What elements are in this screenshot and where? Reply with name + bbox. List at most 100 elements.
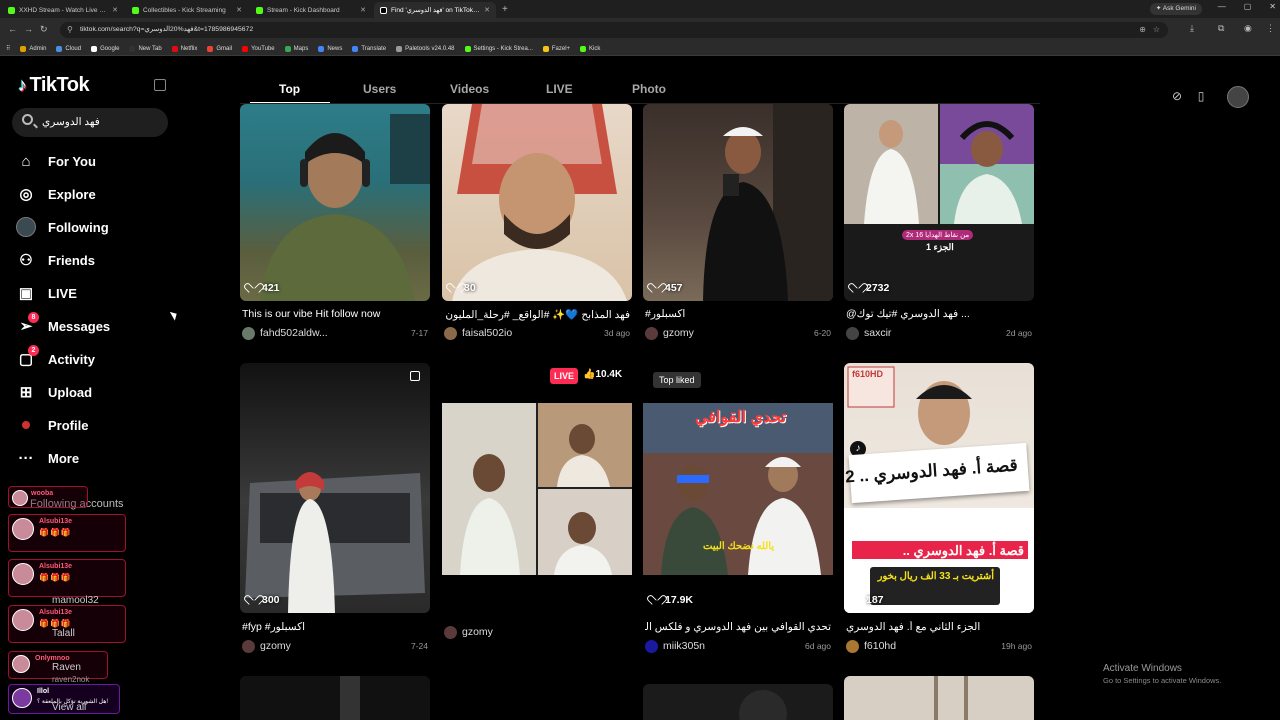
nav-friends[interactable]: ⚇ Friends xyxy=(16,247,95,273)
bookmark-item[interactable]: Admin xyxy=(20,45,46,52)
thumbnail-figure xyxy=(452,104,627,301)
browser-tab[interactable]: Collectibles - Kick Streaming ✕ xyxy=(126,2,248,18)
video-thumbnail[interactable] xyxy=(844,676,1034,720)
bookmark-item[interactable]: News xyxy=(318,45,342,52)
nav-live[interactable]: ▣ LIVE xyxy=(16,280,77,306)
bookmark-favicon-icon xyxy=(396,45,403,52)
video-thumbnail[interactable]: 421 xyxy=(240,104,430,301)
video-card[interactable]: 421 This is our vibe Hit follow now fahd… xyxy=(240,104,430,344)
bookmark-item[interactable]: Paletools v24.0.48 xyxy=(396,45,455,52)
bookmark-item[interactable]: Translate xyxy=(352,45,386,52)
nav-activity[interactable]: ▢ 2 Activity xyxy=(16,345,95,372)
nav-profile[interactable]: Profile xyxy=(16,412,88,438)
coin-icon[interactable]: ⊘ xyxy=(1167,86,1187,106)
extensions-icon[interactable]: ⧉ xyxy=(1218,23,1224,34)
bookmark-item[interactable]: Gmail xyxy=(207,45,232,52)
following-user[interactable]: Talall xyxy=(52,628,75,639)
bookmark-item[interactable]: New Tab xyxy=(129,45,162,52)
bookmark-star-icon[interactable]: ☆ xyxy=(1153,25,1160,34)
tab-top[interactable]: Top xyxy=(279,82,300,96)
bookmark-item[interactable]: Fazel+ xyxy=(542,45,570,52)
following-user[interactable]: Raven xyxy=(52,662,81,673)
creator-avatar[interactable] xyxy=(444,326,457,340)
creator-avatar[interactable] xyxy=(444,625,457,639)
download-icon[interactable]: ⤓ xyxy=(1190,23,1194,34)
new-tab-button[interactable]: + xyxy=(502,2,508,18)
video-thumbnail[interactable]: تحدي القوافي يالله نضحك البيت xyxy=(643,403,833,575)
forward-arrow-icon[interactable]: → xyxy=(24,24,33,34)
browser-tab[interactable]: Stream - Kick Dashboard ✕ xyxy=(250,2,372,18)
video-thumbnail[interactable]: f610HD ♪ قصة أ. فهد الدوسري .. 2 قصة أ. … xyxy=(844,363,1034,613)
nav-more[interactable]: ··· More xyxy=(16,445,80,471)
video-thumbnail[interactable]: 300 xyxy=(240,363,430,613)
address-bar[interactable]: ⚲ tiktok.com/search?q=فهد%20الدوسري&t=17… xyxy=(60,22,1168,38)
search-query: فهد الدوسري xyxy=(42,116,100,128)
video-thumbnail[interactable]: 457 xyxy=(643,104,833,301)
bookmark-item[interactable]: Kick xyxy=(580,45,600,52)
reload-icon[interactable]: ↻ xyxy=(40,24,48,35)
close-window-icon[interactable]: ✕ xyxy=(1269,2,1276,11)
browser-tab-active[interactable]: Find 'فهد الدوسري' on TikTok | T ✕ xyxy=(374,2,496,18)
live-thumbnail[interactable] xyxy=(442,403,632,575)
close-tab-icon[interactable]: ✕ xyxy=(112,6,118,14)
nav-for-you[interactable]: ⌂ For You xyxy=(16,148,95,174)
tiktok-logo[interactable]: ♪ TikTok xyxy=(18,74,90,97)
gift-icons: 🎁🎁🎁 xyxy=(39,573,72,582)
back-arrow-icon[interactable]: ← xyxy=(8,24,17,34)
apps-grid-icon[interactable]: ⠿ xyxy=(6,45,10,52)
tab-photo[interactable]: Photo xyxy=(632,82,666,96)
device-icon[interactable]: ▯ xyxy=(1191,86,1211,106)
creator-avatar[interactable] xyxy=(645,326,658,340)
live-card[interactable]: LIVE 👍10.4K gzomy xyxy=(442,363,632,658)
creator-avatar[interactable] xyxy=(846,639,859,653)
zoom-icon[interactable]: ⊕ xyxy=(1139,25,1146,34)
tab-live[interactable]: LIVE xyxy=(546,82,573,96)
close-tab-icon[interactable]: ✕ xyxy=(484,6,490,14)
bookmark-item[interactable]: Settings - Kick Strea... xyxy=(464,45,533,52)
collapse-sidebar-icon[interactable] xyxy=(154,79,166,91)
nav-messages[interactable]: ➢ 8 Messages xyxy=(16,312,110,339)
nav-explore[interactable]: ◎ Explore xyxy=(16,181,95,207)
following-user[interactable]: raven2nok xyxy=(52,675,89,684)
creator-avatar[interactable] xyxy=(846,326,859,340)
video-card[interactable]: f610HD ♪ قصة أ. فهد الدوسري .. 2 قصة أ. … xyxy=(844,363,1034,658)
search-input[interactable]: فهد الدوسري xyxy=(12,108,168,137)
tab-users[interactable]: Users xyxy=(363,82,396,96)
minimize-icon[interactable]: — xyxy=(1218,2,1226,11)
video-card[interactable]: 2x من نقاط الهدايا 16 الجزء 1 2732 @فهد … xyxy=(844,104,1034,344)
close-tab-icon[interactable]: ✕ xyxy=(236,6,242,14)
video-card[interactable]: 30 فهد المذابح 💙✨ #الواقع_ #رحلة_المليون… xyxy=(442,104,632,344)
nav-upload[interactable]: ⊞ Upload xyxy=(16,379,92,405)
nav-following[interactable]: Following xyxy=(16,214,109,240)
browser-tab[interactable]: XXHD Stream - Watch Live on K ✕ xyxy=(2,2,124,18)
bookmark-favicon-icon xyxy=(242,45,249,52)
ask-gemini-button[interactable]: ✦ Ask Gemini xyxy=(1149,3,1202,15)
view-all-link[interactable]: View all xyxy=(52,702,86,713)
bookmark-item[interactable]: Netflix xyxy=(171,45,197,52)
top-liked-badge: Top liked xyxy=(653,372,701,388)
maximize-icon[interactable]: ▢ xyxy=(1244,2,1252,11)
bookmark-item[interactable]: Maps xyxy=(284,45,308,52)
video-card[interactable]: 457 #اكسبلور gzomy 6-20 xyxy=(643,104,833,344)
close-tab-icon[interactable]: ✕ xyxy=(360,6,366,14)
video-thumbnail[interactable]: 30 xyxy=(442,104,632,301)
bookmark-item[interactable]: Cloud xyxy=(56,45,81,52)
video-thumbnail[interactable] xyxy=(643,684,833,720)
profile-circle-icon[interactable]: ◉ xyxy=(1244,23,1252,34)
alert-avatar xyxy=(12,609,34,631)
video-thumbnail[interactable] xyxy=(240,676,430,720)
creator-avatar[interactable] xyxy=(242,639,255,653)
site-info-icon[interactable]: ⚲ xyxy=(67,25,73,34)
url-text: tiktok.com/search?q=فهد%20الدوسري&t=1785… xyxy=(80,26,254,33)
heart-icon xyxy=(852,596,862,605)
bookmark-item[interactable]: Google xyxy=(91,45,119,52)
video-thumbnail[interactable]: 2x من نقاط الهدايا 16 الجزء 1 2732 xyxy=(844,104,1034,301)
bookmark-item[interactable]: YouTube xyxy=(242,45,275,52)
user-avatar[interactable] xyxy=(1227,86,1249,108)
browser-menu-icon[interactable]: ⋮ xyxy=(1266,23,1275,34)
tab-videos[interactable]: Videos xyxy=(450,82,489,96)
creator-avatar[interactable] xyxy=(645,639,658,653)
video-card[interactable]: 300 #fyp #اكسبلور gzomy 7-24 xyxy=(240,363,430,658)
video-card[interactable]: Top liked تحدي القوافي يالله نضحك البيت … xyxy=(643,363,833,658)
creator-avatar[interactable] xyxy=(242,326,255,340)
